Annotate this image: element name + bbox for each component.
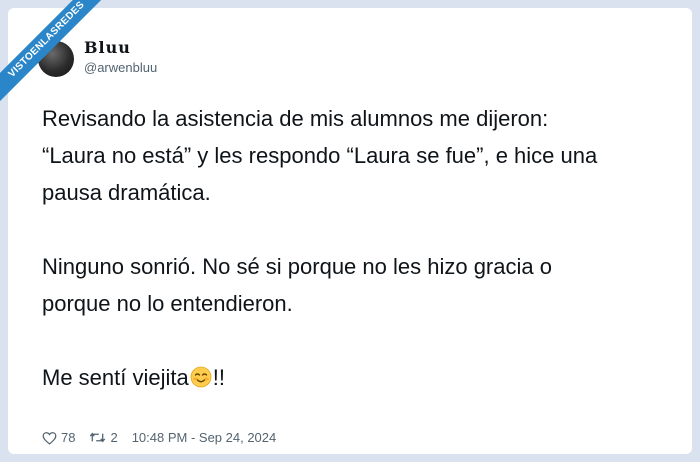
- tweet-meta: 78 2 10:48 PM - Sep 24, 2024: [42, 430, 276, 445]
- tweet-last-line-text: Me sentí viejita: [42, 365, 189, 390]
- timestamp[interactable]: 10:48 PM - Sep 24, 2024: [132, 430, 277, 445]
- heart-icon: [42, 431, 57, 445]
- retweet-button[interactable]: 2: [89, 430, 118, 445]
- watermark-text: VISTOENLASREDES: [0, 0, 115, 108]
- watermark-ribbon: VISTOENLASREDES: [0, 0, 120, 120]
- tweet-text: Revisando la asistencia de mis alumnos m…: [42, 100, 682, 396]
- like-button[interactable]: 78: [42, 430, 75, 445]
- smiling-face-emoji-icon: [190, 362, 212, 388]
- tweet-exclamation: !!: [212, 365, 225, 390]
- tweet-paragraph-2: Ninguno sonrió. No sé si porque no les h…: [42, 254, 552, 316]
- like-count: 78: [61, 430, 76, 445]
- tweet-paragraph-1: Revisando la asistencia de mis alumnos m…: [42, 106, 598, 205]
- retweet-icon: [89, 431, 106, 444]
- tweet-paragraph-3: Me sentí viejita!!: [42, 359, 682, 396]
- retweet-count: 2: [110, 430, 118, 445]
